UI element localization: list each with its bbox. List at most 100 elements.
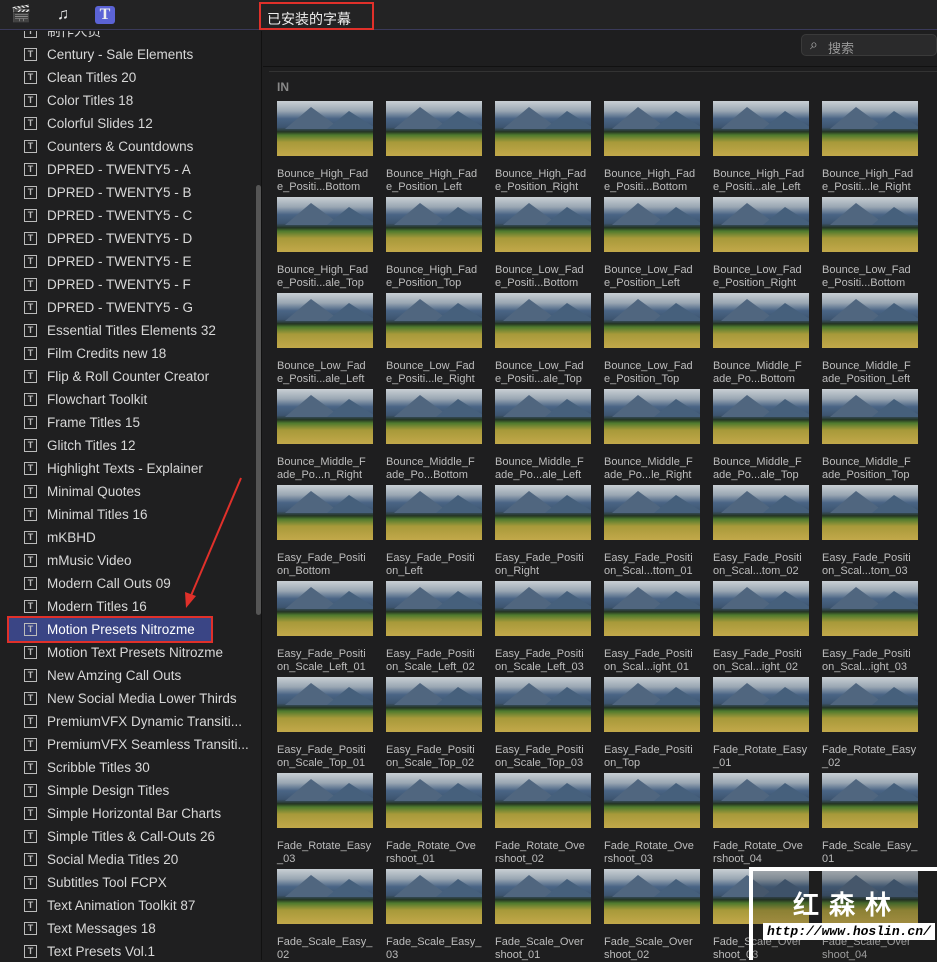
- sidebar-scrollbar[interactable]: [256, 185, 261, 615]
- clip-item[interactable]: Easy_Fade_Positi on_Scal...tom_02: [713, 485, 813, 577]
- clip-item[interactable]: Fade_Scale_Easy_ 02: [277, 869, 377, 961]
- clip-item[interactable]: Bounce_High_Fad e_Positi...ale_Left: [713, 101, 813, 193]
- clip-item[interactable]: Easy_Fade_Positi on_Scal...ight_02: [713, 581, 813, 673]
- clip-item[interactable]: Bounce_Low_Fad e_Positi...ale_Top: [495, 293, 595, 385]
- sidebar-item[interactable]: T DPRED - TWENTY5 - G: [0, 296, 252, 319]
- sidebar-item[interactable]: T DPRED - TWENTY5 - C: [0, 204, 252, 227]
- clip-item[interactable]: Bounce_High_Fad e_Positi...ale_Top: [277, 197, 377, 289]
- library-select[interactable]: 已安装的字幕 ⌃⌄: [259, 2, 374, 45]
- sidebar-item[interactable]: T Glitch Titles 12: [0, 434, 252, 457]
- clip-item[interactable]: Bounce_Middle_F ade_Po...Bottom: [713, 293, 813, 385]
- clip-item[interactable]: Fade_Scale_Over shoot_02: [604, 869, 704, 961]
- sidebar-item[interactable]: T Minimal Quotes: [0, 480, 252, 503]
- sidebar-item[interactable]: T DPRED - TWENTY5 - A: [0, 158, 252, 181]
- clip-item[interactable]: Easy_Fade_Positi on_Scal...ight_03: [822, 581, 922, 673]
- clip-item[interactable]: Easy_Fade_Positi on_Scale_Left_02: [386, 581, 486, 673]
- clip-item[interactable]: Easy_Fade_Positi on_Scale_Top_02: [386, 677, 486, 769]
- sidebar-item[interactable]: T Scribble Titles 30: [0, 756, 252, 779]
- clip-item[interactable]: Easy_Fade_Positi on_Scale_Left_01: [277, 581, 377, 673]
- clip-item[interactable]: Fade_Rotate_Easy _02: [822, 677, 922, 769]
- sidebar-item[interactable]: T PremiumVFX Dynamic Transiti...: [0, 710, 252, 733]
- sidebar-item[interactable]: T Flip & Roll Counter Creator: [0, 365, 252, 388]
- clip-item[interactable]: Bounce_Low_Fad e_Position_Right: [713, 197, 813, 289]
- clip-item[interactable]: Bounce_Middle_F ade_Po...ale_Top: [713, 389, 813, 481]
- clip-item[interactable]: Bounce_Low_Fad e_Positi...Bottom: [822, 197, 922, 289]
- clip-item[interactable]: Bounce_High_Fad e_Position_Right: [495, 101, 595, 193]
- clip-item[interactable]: Bounce_High_Fad e_Positi...Bottom: [277, 101, 377, 193]
- clip-item[interactable]: Bounce_Middle_F ade_Po...Bottom: [386, 389, 486, 481]
- clip-item[interactable]: Fade_Scale_Easy_ 03: [386, 869, 486, 961]
- clip-item[interactable]: Bounce_Low_Fad e_Positi...Bottom: [495, 197, 595, 289]
- clip-item[interactable]: Easy_Fade_Positi on_Left: [386, 485, 486, 577]
- sidebar-item[interactable]: T Essential Titles Elements 32: [0, 319, 252, 342]
- sidebar-item[interactable]: T Social Media Titles 20: [0, 848, 252, 871]
- clip-item[interactable]: Bounce_Middle_F ade_Po...le_Right: [604, 389, 704, 481]
- sidebar-item[interactable]: T Flowchart Toolkit: [0, 388, 252, 411]
- sidebar-item[interactable]: T Text Presets Vol.1: [0, 940, 252, 960]
- clip-item[interactable]: Bounce_Middle_F ade_Position_Left: [822, 293, 922, 385]
- clip-item[interactable]: Bounce_High_Fad e_Positi...le_Right: [822, 101, 922, 193]
- clip-item[interactable]: Bounce_High_Fad e_Positi...Bottom: [604, 101, 704, 193]
- sidebar-item[interactable]: T Colorful Slides 12: [0, 112, 252, 135]
- clip-item[interactable]: Fade_Scale_Easy_ 01: [822, 773, 922, 865]
- sidebar-item[interactable]: TmMusic Video: [0, 549, 252, 572]
- clip-item[interactable]: Bounce_Middle_F ade_Po...ale_Left: [495, 389, 595, 481]
- clip-item[interactable]: Fade_Rotate_Easy _03: [277, 773, 377, 865]
- clip-item[interactable]: Fade_Rotate_Ove rshoot_01: [386, 773, 486, 865]
- clip-item[interactable]: Easy_Fade_Positi on_Scale_Top_03: [495, 677, 595, 769]
- sidebar-item[interactable]: T Simple Design Titles: [0, 779, 252, 802]
- clip-item[interactable]: Easy_Fade_Positi on_Right: [495, 485, 595, 577]
- clip-item[interactable]: Easy_Fade_Positi on_Bottom: [277, 485, 377, 577]
- clip-item[interactable]: Bounce_Low_Fad e_Position_Top: [604, 293, 704, 385]
- clip-item[interactable]: Bounce_Middle_F ade_Po...n_Right: [277, 389, 377, 481]
- sidebar-item[interactable]: T Simple Horizontal Bar Charts: [0, 802, 252, 825]
- clip-item[interactable]: Bounce_Low_Fad e_Position_Left: [604, 197, 704, 289]
- sidebar-item[interactable]: T PremiumVFX Seamless Transiti...: [0, 733, 252, 756]
- clip-item[interactable]: Fade_Rotate_Ove rshoot_03: [604, 773, 704, 865]
- sidebar-item[interactable]: TmKBHD: [0, 526, 252, 549]
- titles-icon[interactable]: T: [95, 6, 115, 24]
- sidebar-item[interactable]: T 制作人员: [0, 31, 252, 43]
- clip-item[interactable]: Fade_Rotate_Ove rshoot_04: [713, 773, 813, 865]
- music-photo-icon[interactable]: ♫: [53, 6, 73, 24]
- clip-item[interactable]: Easy_Fade_Positi on_Scal...ttom_01: [604, 485, 704, 577]
- sidebar-item[interactable]: T Color Titles 18: [0, 89, 252, 112]
- clip-item[interactable]: Easy_Fade_Positi on_Top: [604, 677, 704, 769]
- clip-item[interactable]: Easy_Fade_Positi on_Scale_Left_03: [495, 581, 595, 673]
- sidebar-item[interactable]: T Century - Sale Elements: [0, 43, 252, 66]
- clip-item[interactable]: Bounce_Low_Fad e_Positi...ale_Left: [277, 293, 377, 385]
- clip-item[interactable]: Bounce_Low_Fad e_Positi...le_Right: [386, 293, 486, 385]
- sidebar-item[interactable]: T Film Credits new 18: [0, 342, 252, 365]
- sidebar-item[interactable]: T Motion Text Presets Nitrozme: [0, 641, 252, 664]
- sidebar-item[interactable]: T Motion Presets Nitrozme: [7, 616, 213, 643]
- clip-label: Bounce_Middle_F ade_Position_Top: [822, 456, 911, 481]
- clip-item[interactable]: Fade_Scale_Over shoot_01: [495, 869, 595, 961]
- sidebar-item[interactable]: T New Amzing Call Outs: [0, 664, 252, 687]
- sidebar-item[interactable]: T DPRED - TWENTY5 - D: [0, 227, 252, 250]
- sidebar-item[interactable]: T DPRED - TWENTY5 - B: [0, 181, 252, 204]
- sidebar-item[interactable]: T New Social Media Lower Thirds: [0, 687, 252, 710]
- sidebar-item[interactable]: T Modern Titles 16: [0, 595, 252, 618]
- clip-item[interactable]: Bounce_High_Fad e_Position_Left: [386, 101, 486, 193]
- sidebar-item[interactable]: T Frame Titles 15: [0, 411, 252, 434]
- clip-item[interactable]: Easy_Fade_Positi on_Scal...ight_01: [604, 581, 704, 673]
- clip-item[interactable]: Fade_Rotate_Easy _01: [713, 677, 813, 769]
- sidebar-item[interactable]: T DPRED - TWENTY5 - E: [0, 250, 252, 273]
- sidebar-item[interactable]: T DPRED - TWENTY5 - F: [0, 273, 252, 296]
- sidebar-item[interactable]: T Highlight Texts - Explainer: [0, 457, 252, 480]
- search-input[interactable]: ⌕ 搜索: [801, 34, 937, 56]
- sidebar-item[interactable]: T Clean Titles 20: [0, 66, 252, 89]
- sidebar-item[interactable]: T Counters & Countdowns: [0, 135, 252, 158]
- sidebar-item[interactable]: T Subtitles Tool FCPX: [0, 871, 252, 894]
- clip-item[interactable]: Easy_Fade_Positi on_Scal...tom_03: [822, 485, 922, 577]
- sidebar-item[interactable]: T Minimal Titles 16: [0, 503, 252, 526]
- sidebar-item[interactable]: T Text Messages 18: [0, 917, 252, 940]
- clip-item[interactable]: Bounce_Middle_F ade_Position_Top: [822, 389, 922, 481]
- sidebar-item[interactable]: T Text Animation Toolkit 87: [0, 894, 252, 917]
- clip-item[interactable]: Fade_Rotate_Ove rshoot_02: [495, 773, 595, 865]
- sidebar-item[interactable]: T Simple Titles & Call-Outs 26: [0, 825, 252, 848]
- clip-item[interactable]: Bounce_High_Fad e_Position_Top: [386, 197, 486, 289]
- clip-item[interactable]: Easy_Fade_Positi on_Scale_Top_01: [277, 677, 377, 769]
- sidebar-item[interactable]: T Modern Call Outs 09: [0, 572, 252, 595]
- clapper-star-icon[interactable]: 🎬: [11, 6, 31, 24]
